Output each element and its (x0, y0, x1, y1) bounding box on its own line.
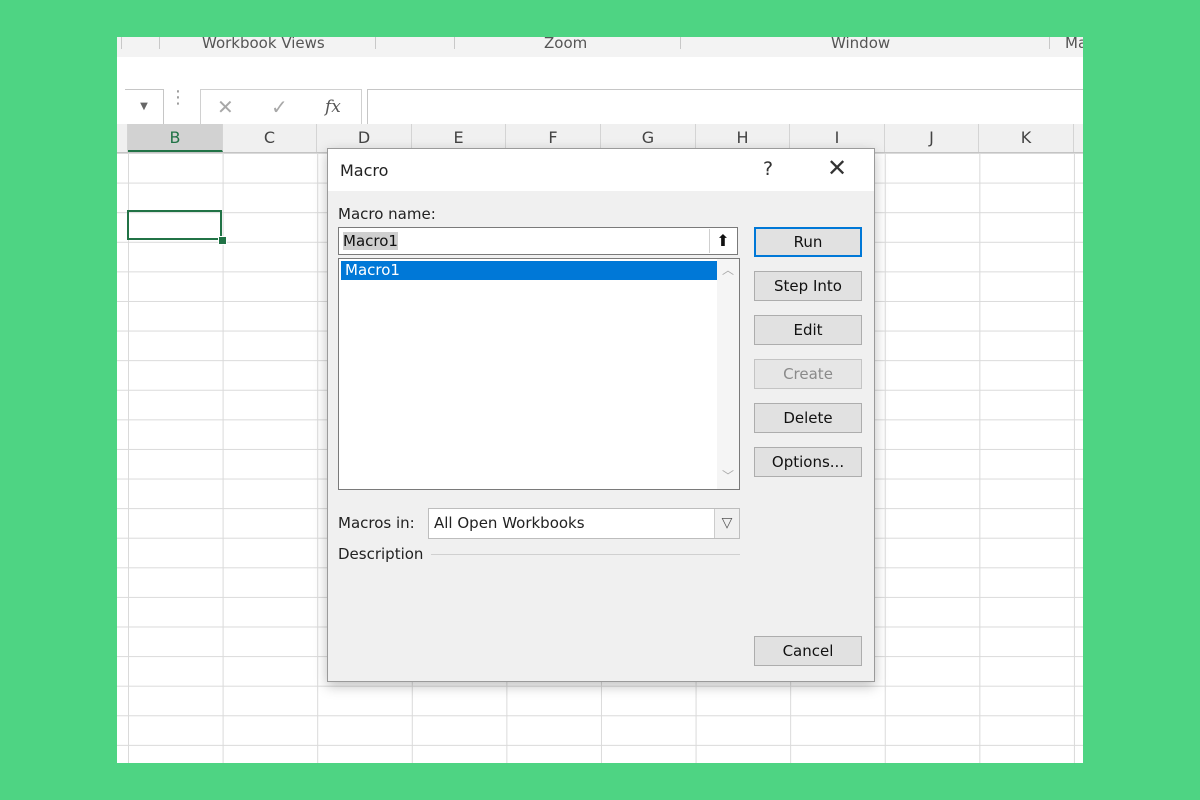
run-button[interactable]: Run (754, 227, 862, 257)
column-header-partial (117, 124, 128, 152)
scroll-up-icon[interactable]: ︿ (717, 261, 739, 278)
macro-name-label: Macro name: (338, 205, 436, 223)
ribbon-separator (159, 37, 160, 49)
ribbon-separator (375, 37, 376, 49)
description-divider (431, 554, 740, 555)
dialog-title: Macro (340, 161, 389, 180)
macro-name-input[interactable]: Macro1 (338, 227, 738, 255)
scroll-down-icon[interactable]: ﹀ (717, 467, 739, 484)
ribbon-group-labels: Workbook Views Zoom Window Ma (117, 37, 1083, 58)
cancel-button[interactable]: Cancel (754, 636, 862, 666)
list-scrollbar[interactable]: ︿ ﹀ (717, 259, 739, 489)
insert-function-icon[interactable]: fx (325, 97, 341, 117)
macros-in-label: Macros in: (338, 514, 415, 532)
column-header-b[interactable]: B (128, 124, 223, 152)
ribbon-separator (454, 37, 455, 49)
ribbon-separator (680, 37, 681, 49)
column-header-k[interactable]: K (979, 124, 1074, 152)
ribbon-separator (121, 37, 122, 49)
ribbon-group-window: Window (831, 37, 891, 52)
step-into-button[interactable]: Step Into (754, 271, 862, 301)
formula-input[interactable] (367, 89, 1083, 125)
column-header-c[interactable]: C (223, 124, 317, 152)
create-button: Create (754, 359, 862, 389)
fill-handle[interactable] (218, 236, 227, 245)
name-box-dropdown[interactable]: ▼ (125, 89, 164, 125)
list-item[interactable]: Macro1 (341, 261, 717, 280)
ribbon-group-macros: Ma (1065, 37, 1083, 52)
column-header-j[interactable]: J (885, 124, 979, 152)
dialog-title-bar: Macro ? ✕ (328, 149, 874, 191)
macro-name-value: Macro1 (343, 232, 398, 250)
macro-dialog: Macro ? ✕ Macro name: Macro1 ⬆ Macro1 ︿ … (327, 148, 875, 682)
ribbon-group-zoom: Zoom (544, 37, 588, 52)
active-cell[interactable] (127, 210, 222, 240)
enter-entry-icon[interactable]: ✓ (271, 95, 288, 119)
chevron-down-icon[interactable]: ▽ (714, 509, 739, 538)
cancel-entry-icon[interactable]: ✕ (217, 95, 234, 119)
ribbon-group-workbook-views: Workbook Views (202, 37, 325, 52)
options-button[interactable]: Options... (754, 447, 862, 477)
close-button[interactable]: ✕ (827, 154, 847, 182)
delete-button[interactable]: Delete (754, 403, 862, 433)
help-button[interactable]: ? (763, 158, 773, 180)
macro-list[interactable]: Macro1 ︿ ﹀ (338, 258, 740, 490)
formula-bar-grip-icon[interactable]: ⋮ (169, 87, 187, 108)
collapse-arrow-icon[interactable]: ⬆ (709, 229, 736, 253)
macros-in-value: All Open Workbooks (434, 514, 585, 532)
macros-in-select[interactable]: All Open Workbooks ▽ (428, 508, 740, 539)
ribbon-separator (1049, 37, 1050, 49)
edit-button[interactable]: Edit (754, 315, 862, 345)
description-label: Description (338, 545, 424, 563)
formula-bar-buttons: ✕ ✓ fx (200, 89, 362, 125)
